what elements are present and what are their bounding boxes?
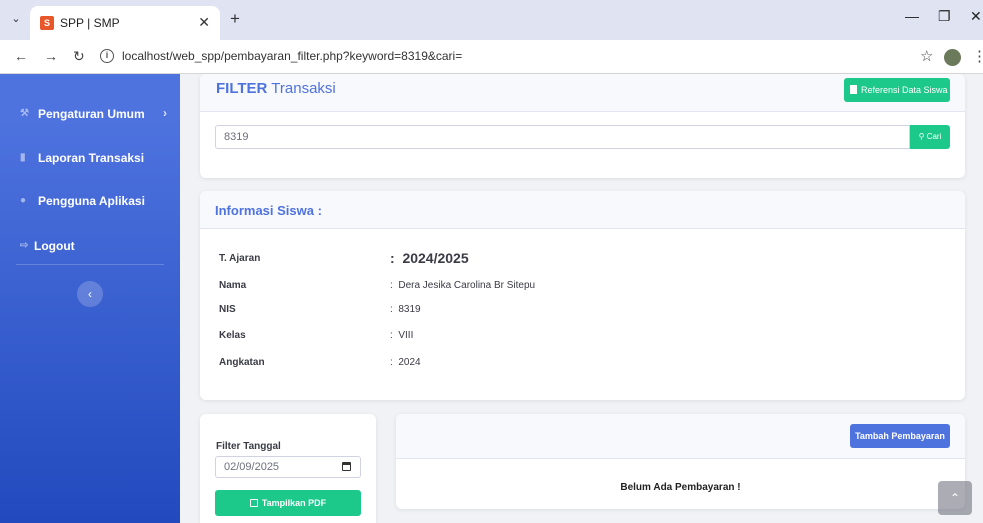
window-close-icon[interactable]: ✕ (970, 8, 982, 25)
browser-tab-strip: ⌄ S SPP | SMP ✕ + — ❐ ✕ (0, 0, 983, 40)
student-info-header: Informasi Siswa : (200, 191, 965, 229)
sidebar-item-label: Laporan Transaksi (38, 151, 145, 165)
info-value-nis: : 8319 (390, 304, 421, 315)
sidebar-item-label: Logout (34, 239, 75, 253)
reload-icon[interactable]: ↻ (73, 48, 85, 65)
forward-icon[interactable]: → (44, 48, 58, 64)
show-pdf-button[interactable]: Tampilkan PDF (215, 490, 361, 516)
logout-icon: ⇨ (20, 240, 29, 251)
restore-icon[interactable]: ❐ (938, 8, 951, 25)
info-label: Kelas (219, 330, 246, 341)
filter-title: FILTER Transaksi (216, 80, 336, 97)
minimize-icon[interactable]: — (905, 8, 919, 24)
chevron-right-icon: › (163, 106, 167, 120)
student-info-card: Informasi Siswa : T. Ajaran : 2024/2025 … (200, 191, 965, 400)
back-icon[interactable]: ← (14, 48, 28, 64)
calendar-icon[interactable] (342, 462, 351, 471)
sidebar-toggle-button[interactable]: ‹ (77, 281, 103, 307)
info-label: NIS (219, 304, 236, 315)
profile-avatar[interactable] (944, 49, 961, 66)
scroll-to-top-button[interactable]: ⌃ (938, 481, 972, 515)
info-value-academic-year: : 2024/2025 (390, 250, 469, 266)
filter-card: FILTER Transaksi Referensi Data Siswa 83… (200, 74, 965, 178)
date-input[interactable]: 02/09/2025 (215, 456, 361, 478)
no-payments-message: Belum Ada Pembayaran ! (620, 482, 741, 493)
chevron-up-icon: ⌃ (949, 491, 961, 505)
info-label: T. Ajaran (219, 253, 261, 264)
user-icon: ● (20, 195, 27, 206)
site-favicon: S (40, 16, 54, 30)
tab-title: SPP | SMP (60, 16, 120, 30)
payments-card-header: Tambah Pembayaran (396, 414, 965, 459)
date-filter-title: Filter Tanggal (216, 441, 281, 452)
sidebar-item-label: Pengaturan Umum (38, 107, 145, 121)
info-value-class: : VIII (390, 330, 414, 341)
sidebar-item-pengguna-aplikasi[interactable]: ● Pengguna Aplikasi (0, 192, 180, 212)
search-button[interactable]: ⚲ Cari (910, 125, 950, 149)
reference-data-button[interactable]: Referensi Data Siswa (844, 78, 950, 102)
site-info-icon[interactable]: i (100, 49, 114, 63)
keyword-search-input[interactable]: 8319 (215, 125, 910, 149)
sidebar-item-laporan-transaksi[interactable]: ▮ Laporan Transaksi (0, 149, 180, 169)
file-icon (850, 85, 857, 94)
bookmark-star-icon[interactable]: ☆ (920, 47, 933, 65)
wrench-icon: ⚒ (20, 108, 29, 119)
info-value-cohort: : 2024 (390, 357, 421, 368)
student-info-title: Informasi Siswa : (215, 203, 322, 218)
sidebar-item-pengaturan-umum[interactable]: ⚒ Pengaturan Umum › (0, 105, 180, 125)
sidebar-item-label: Pengguna Aplikasi (38, 194, 145, 208)
tab-search-chevron-icon[interactable]: ⌄ (8, 12, 24, 28)
new-tab-icon[interactable]: + (230, 10, 240, 28)
browser-menu-icon[interactable]: ⋮ (972, 47, 983, 65)
info-value-name: : Dera Jesika Carolina Br Sitepu (390, 280, 536, 291)
file-icon: ▮ (20, 152, 26, 163)
browser-tab[interactable]: S SPP | SMP ✕ (30, 6, 220, 40)
url-text: localhost/web_spp/pembayaran_filter.php?… (122, 49, 463, 63)
sidebar-item-logout[interactable]: ⇨ Logout (0, 237, 180, 257)
sidebar-divider (16, 264, 164, 265)
printer-icon (249, 499, 258, 507)
filter-card-header: FILTER Transaksi Referensi Data Siswa (200, 74, 965, 112)
date-filter-card: Filter Tanggal 02/09/2025 Tampilkan PDF (200, 414, 376, 523)
add-payment-button[interactable]: Tambah Pembayaran (850, 424, 950, 448)
info-label: Angkatan (219, 357, 265, 368)
tab-close-icon[interactable]: ✕ (198, 14, 210, 31)
payments-card: Tambah Pembayaran Belum Ada Pembayaran ! (396, 414, 965, 509)
search-icon: ⚲ (918, 132, 925, 141)
address-bar: ← → ↻ i localhost/web_spp/pembayaran_fil… (0, 40, 983, 74)
sidebar: ⚒ Pengaturan Umum › ▮ Laporan Transaksi … (0, 74, 180, 523)
info-label: Nama (219, 280, 247, 291)
url-field[interactable]: i localhost/web_spp/pembayaran_filter.ph… (100, 45, 960, 69)
